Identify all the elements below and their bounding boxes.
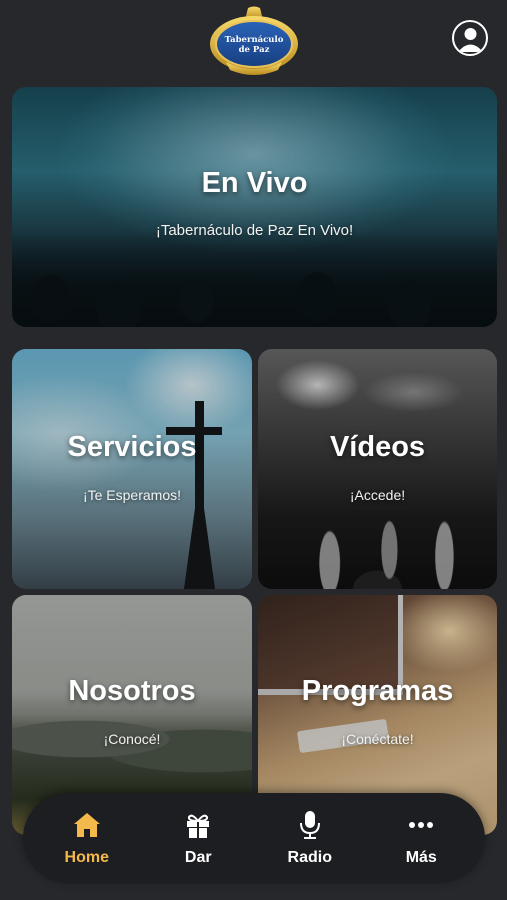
nav-item-give[interactable]: Dar [148, 809, 248, 867]
services-card[interactable]: Servicios ¡Te Esperamos! [12, 349, 252, 589]
profile-button[interactable] [452, 20, 488, 56]
logo-text-line1: Tabernáculo [225, 34, 284, 45]
card-overlay [12, 87, 497, 327]
microphone-icon [296, 809, 324, 841]
videos-card[interactable]: Vídeos ¡Accede! [258, 349, 497, 589]
nav-label-radio: Radio [287, 849, 332, 866]
nav-label-give: Dar [184, 849, 212, 866]
home-icon [73, 809, 101, 841]
services-subtitle: ¡Te Esperamos! [82, 487, 182, 503]
programs-subtitle: ¡Conéctate! [341, 731, 414, 747]
more-dots-icon [407, 809, 435, 841]
logo-text-line2: de Paz [239, 45, 270, 55]
card-overlay [12, 349, 252, 589]
header: Tabernáculo de Paz [0, 0, 507, 82]
services-title: Servicios [67, 431, 197, 463]
about-title: Nosotros [68, 675, 196, 707]
live-subtitle: ¡Tabernáculo de Paz En Vivo! [155, 222, 354, 239]
about-subtitle: ¡Conocé! [103, 731, 161, 747]
live-title: En Vivo [201, 167, 308, 199]
nav-label-home: Home [64, 849, 109, 866]
bottom-nav: Home Dar Radio Más [23, 793, 485, 883]
person-circle-icon [457, 27, 483, 52]
videos-title: Vídeos [329, 431, 426, 463]
nav-item-radio[interactable]: Radio [260, 809, 360, 867]
nav-item-home[interactable]: Home [37, 809, 137, 867]
app-screen: Tabernáculo de Paz En Vivo ¡Tabernáculo … [0, 0, 507, 900]
nav-label-more: Más [405, 849, 437, 866]
gift-icon [184, 809, 212, 841]
card-overlay [258, 349, 497, 589]
programs-title: Programas [301, 675, 454, 707]
nav-item-more[interactable]: Más [371, 809, 471, 867]
church-logo[interactable]: Tabernáculo de Paz [208, 6, 300, 76]
live-card[interactable]: En Vivo ¡Tabernáculo de Paz En Vivo! [12, 87, 497, 327]
videos-subtitle: ¡Accede! [349, 487, 406, 503]
